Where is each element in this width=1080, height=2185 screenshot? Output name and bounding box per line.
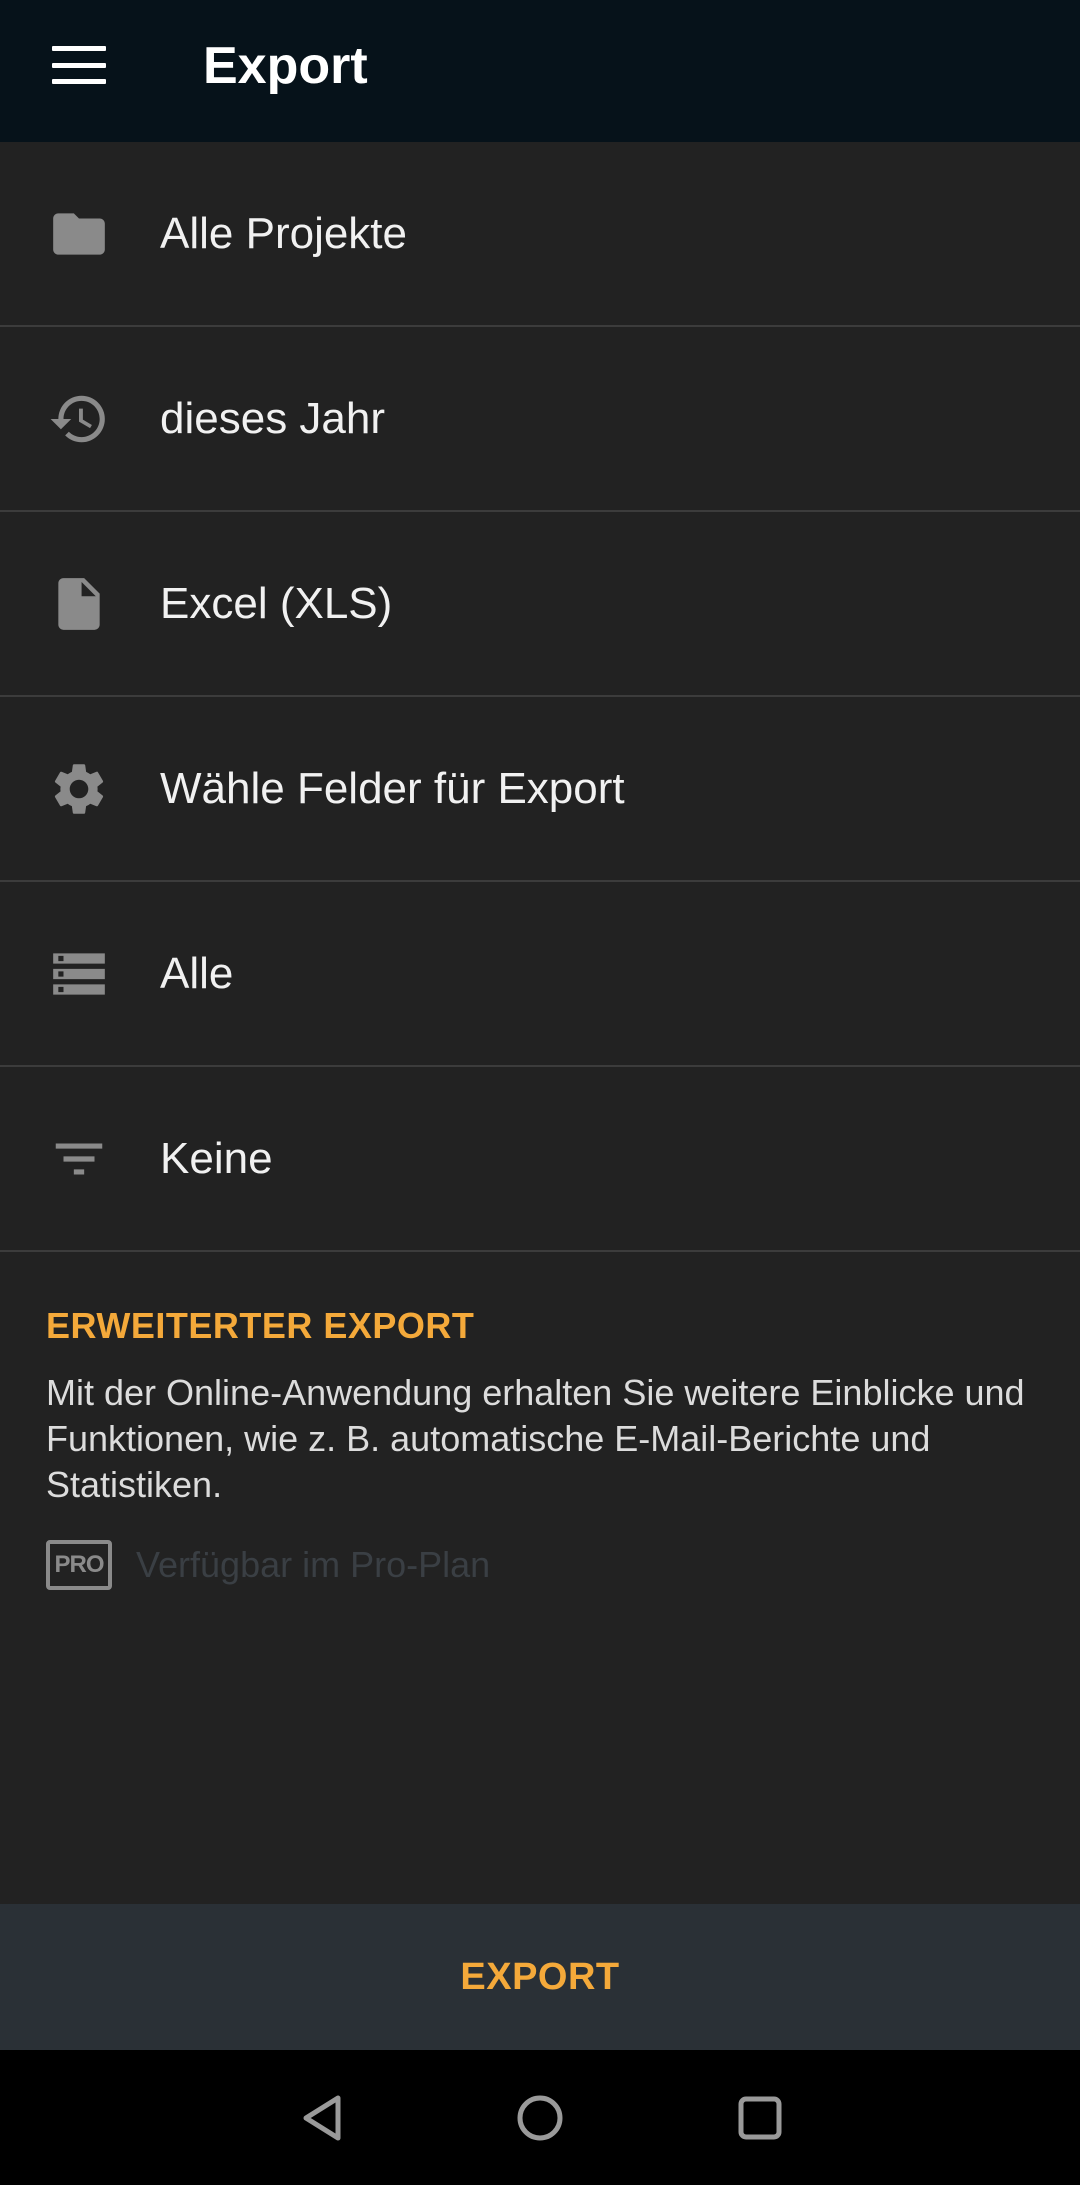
app-bar: Export [0, 0, 1080, 142]
option-label: Excel (XLS) [160, 578, 393, 628]
option-label: Alle Projekte [160, 208, 408, 258]
option-project[interactable]: Alle Projekte [0, 142, 1080, 327]
option-filter[interactable]: Keine [0, 1067, 1080, 1252]
extended-export-section: ERWEITERTER EXPORT Mit der Online-Anwend… [0, 1252, 1080, 1590]
option-label: Alle [160, 948, 234, 998]
back-triangle-icon[interactable] [292, 2088, 352, 2148]
system-navigation-bar [0, 2050, 1080, 2185]
option-fields[interactable]: Wähle Felder für Export [0, 697, 1080, 882]
export-options-list: Alle Projekte dieses Jahr Excel (XLS) Wä… [0, 142, 1080, 1252]
file-icon [48, 573, 110, 635]
filter-icon [48, 1128, 110, 1190]
option-entries[interactable]: Alle [0, 882, 1080, 1067]
pro-plan-link[interactable]: PRO Verfügbar im Pro-Plan [46, 1540, 1034, 1590]
pro-plan-text: Verfügbar im Pro-Plan [136, 1544, 491, 1585]
option-period[interactable]: dieses Jahr [0, 327, 1080, 512]
extended-export-title: ERWEITERTER EXPORT [46, 1305, 475, 1346]
export-button[interactable]: EXPORT [0, 1904, 1080, 2050]
option-format[interactable]: Excel (XLS) [0, 512, 1080, 697]
recents-square-icon[interactable] [730, 2088, 790, 2148]
option-label: Keine [160, 1133, 273, 1183]
storage-icon [48, 943, 110, 1005]
home-circle-icon[interactable] [510, 2088, 570, 2148]
export-screen: Export Alle Projekte dieses Jahr Excel (… [0, 0, 1080, 2185]
gear-icon [48, 758, 110, 820]
export-button-label: EXPORT [460, 1955, 620, 1998]
page-title: Export [203, 37, 368, 95]
pro-badge-icon: PRO [46, 1540, 112, 1590]
folder-icon [48, 203, 110, 265]
extended-export-description: Mit der Online-Anwendung erhalten Sie we… [46, 1372, 1025, 1505]
history-icon [48, 388, 110, 450]
option-label: Wähle Felder für Export [160, 763, 625, 813]
option-label: dieses Jahr [160, 393, 386, 443]
hamburger-menu-icon[interactable] [52, 42, 106, 88]
